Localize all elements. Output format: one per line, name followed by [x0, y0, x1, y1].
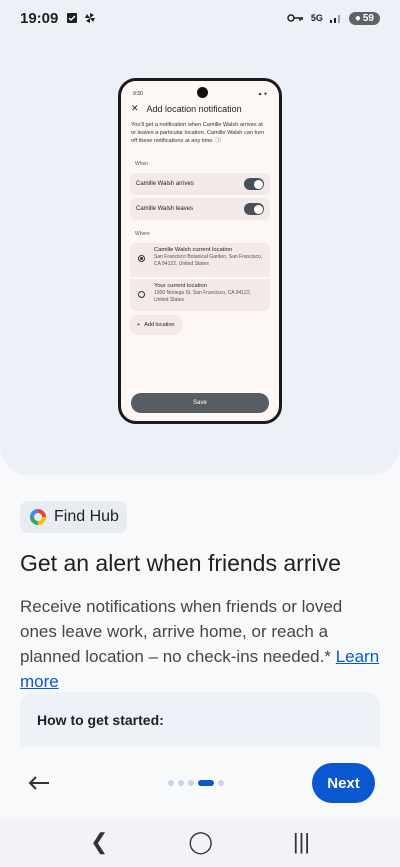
find-hub-chip: Find Hub	[20, 501, 127, 533]
mockup-intro: You'll get a notification when Camille W…	[131, 121, 269, 145]
arrow-back-icon	[28, 776, 49, 790]
mockup-toggle-leaves: Camille Walsh leaves	[130, 198, 270, 220]
mockup-when-label: When	[135, 161, 149, 167]
mockup-where-label: Where	[135, 231, 150, 237]
phone-mockup: 9:30 ▲ ● ✕ Add location notification You…	[118, 78, 282, 424]
pager-indicator	[168, 780, 224, 786]
mockup-location-address: 1300 Noriega St, San Francisco, CA 94122…	[154, 290, 252, 303]
mockup-location-address: San Francisco Botanical Garden, San Fran…	[154, 254, 263, 267]
pager-dot	[168, 780, 174, 786]
mockup-time: 9:30	[133, 91, 143, 97]
find-hub-label: Find Hub	[54, 508, 119, 525]
mockup-location-option: Your current location 1300 Noriega St, S…	[130, 279, 270, 311]
vpn-key-icon	[287, 14, 303, 22]
pager-dot	[178, 780, 184, 786]
mockup-toggle-switch	[244, 178, 264, 190]
mockup-toggle-switch	[244, 203, 264, 215]
mockup-add-location-label: Add location	[144, 322, 175, 328]
status-bar: 19:09 5G ● 59	[0, 0, 400, 36]
mockup-toggle-label: Camille Walsh arrives	[136, 181, 194, 187]
mockup-radio-icon	[138, 291, 145, 298]
pager-dot	[188, 780, 194, 786]
mockup-info-icon: ⓘ	[215, 138, 222, 144]
mockup-location-title: Camille Walsh current location	[154, 247, 233, 253]
mockup-header-title: Add location notification	[146, 103, 242, 114]
battery-indicator: ● 59	[348, 11, 380, 25]
system-home-icon[interactable]: ◯	[188, 829, 213, 855]
next-button[interactable]: Next	[312, 763, 375, 803]
signal-icon	[329, 15, 340, 23]
back-button[interactable]	[22, 766, 56, 800]
mockup-save-button: Save	[131, 393, 269, 413]
system-recents-icon[interactable]: |||	[293, 829, 310, 855]
mockup-close-icon: ✕	[131, 103, 139, 113]
mockup-plus-icon: +	[137, 322, 141, 328]
mockup-radio-selected-icon	[138, 255, 145, 262]
pager-dot-active	[198, 780, 214, 786]
find-hub-logo-icon	[30, 509, 46, 525]
system-nav-bar: ❮ ◯ |||	[0, 817, 400, 867]
pinwheel-notification-icon	[85, 13, 96, 23]
mockup-header: ✕ Add location notification	[131, 103, 269, 114]
network-type: 5G	[310, 13, 323, 23]
mockup-toggle-arrives: Camille Walsh arrives	[130, 173, 270, 195]
system-back-icon[interactable]: ❮	[90, 829, 108, 855]
mockup-toggle-label: Camille Walsh leaves	[136, 206, 194, 212]
mockup-status-icons: ▲ ●	[257, 91, 267, 97]
battery-icon: ●	[354, 12, 361, 24]
mockup-intro-text: You'll get a notification when Camille W…	[131, 122, 265, 144]
battery-level: 59	[362, 12, 374, 24]
mockup-location-option: Camille Walsh current location San Franc…	[130, 243, 270, 277]
page-title: Get an alert when friends arrive	[20, 550, 341, 576]
mockup-add-location: + Add location	[129, 315, 183, 335]
mockup-camera-icon	[197, 87, 208, 98]
description-text: Receive notifications when friends or lo…	[20, 597, 343, 666]
checkbox-notification-icon	[67, 13, 78, 23]
mockup-location-title: Your current location	[154, 283, 207, 289]
status-time: 19:09	[20, 9, 59, 27]
page-description: Receive notifications when friends or lo…	[20, 594, 380, 694]
how-to-heading: How to get started:	[37, 712, 164, 728]
pager-dot	[218, 780, 224, 786]
